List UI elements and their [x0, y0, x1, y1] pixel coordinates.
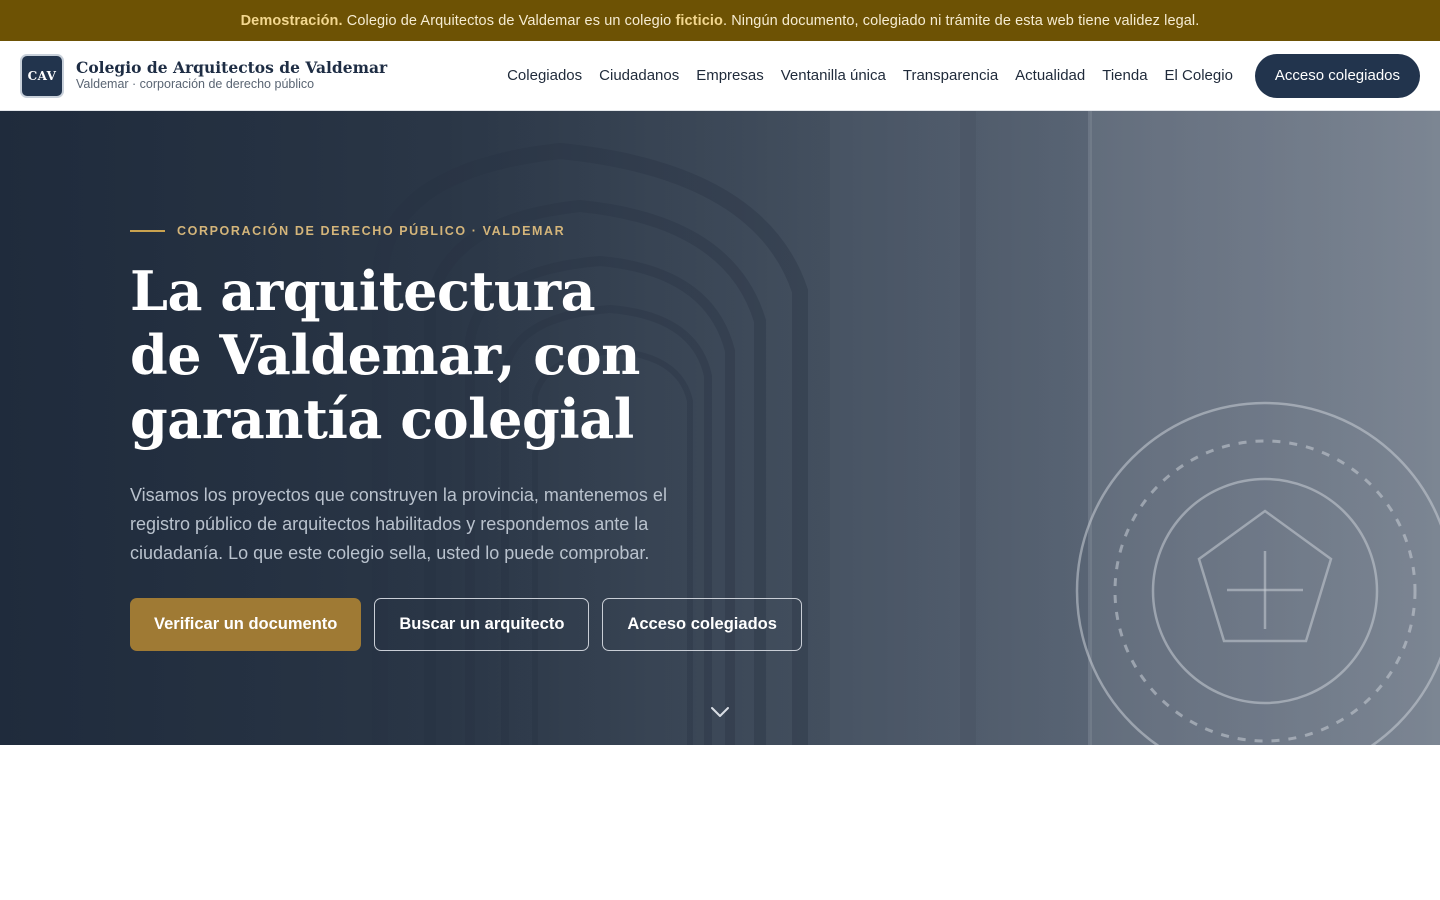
hero-content: CORPORACIÓN DE DERECHO PÚBLICO · VALDEMA… [130, 221, 830, 651]
brand-name: Colegio de Arquitectos de Valdemar [76, 58, 388, 78]
brand-home-link[interactable]: CAV Colegio de Arquitectos de Valdemar V… [20, 53, 387, 98]
nav-actualidad[interactable]: Actualidad [1015, 67, 1085, 84]
brand-subtitle: Valdemar · corporación de derecho públic… [76, 77, 315, 92]
nav-ventanilla-unica[interactable]: Ventanilla única [781, 67, 886, 84]
pentagon-cross-seal-icon [1075, 401, 1440, 745]
demo-emphasis: ficticio [675, 12, 723, 29]
nav-empresas[interactable]: Empresas [696, 67, 764, 84]
find-architect-button[interactable]: Buscar un arquitecto [374, 598, 590, 651]
chevron-down-icon[interactable] [710, 705, 730, 719]
header-login-button[interactable]: Acceso colegiados [1254, 53, 1420, 98]
site-header: CAV Colegio de Arquitectos de Valdemar V… [0, 41, 1440, 111]
member-login-button[interactable]: Acceso colegiados [602, 598, 802, 651]
nav-colegiados[interactable]: Colegiados [507, 67, 582, 84]
demo-banner: Demostración. Colegio de Arquitectos de … [0, 0, 1440, 41]
hero-title: La arquitectura de Valdemar, con garantí… [130, 259, 640, 451]
logo: CAV [20, 53, 64, 98]
verify-document-button[interactable]: Verificar un documento [130, 598, 362, 651]
brand-text: Colegio de Arquitectos de Valdemar Valde… [76, 59, 387, 92]
nav-transparencia[interactable]: Transparencia [903, 67, 998, 84]
demo-text-after: . Ningún documento, colegiado ni trámite… [722, 12, 1200, 29]
demo-text-before: Colegio de Arquitectos de Valdemar es un… [342, 12, 676, 29]
nav-tienda[interactable]: Tienda [1102, 67, 1147, 84]
eyebrow-rule [130, 230, 165, 232]
hero-actions: Verificar un documento Buscar un arquite… [130, 598, 830, 651]
nav-ciudadanos[interactable]: Ciudadanos [599, 67, 679, 84]
nav-el-colegio[interactable]: El Colegio [1165, 67, 1233, 84]
hero-lead: Visamos los proyectos que construyen la … [130, 485, 667, 563]
hero-eyebrow: CORPORACIÓN DE DERECHO PÚBLICO · VALDEMA… [130, 221, 830, 241]
main-nav: Colegiados Ciudadanos Empresas Ventanill… [507, 53, 1420, 98]
demo-label: Demostración. [240, 12, 343, 29]
eyebrow-text: CORPORACIÓN DE DERECHO PÚBLICO · VALDEMA… [177, 224, 566, 238]
hero: CORPORACIÓN DE DERECHO PÚBLICO · VALDEMA… [0, 111, 1440, 745]
